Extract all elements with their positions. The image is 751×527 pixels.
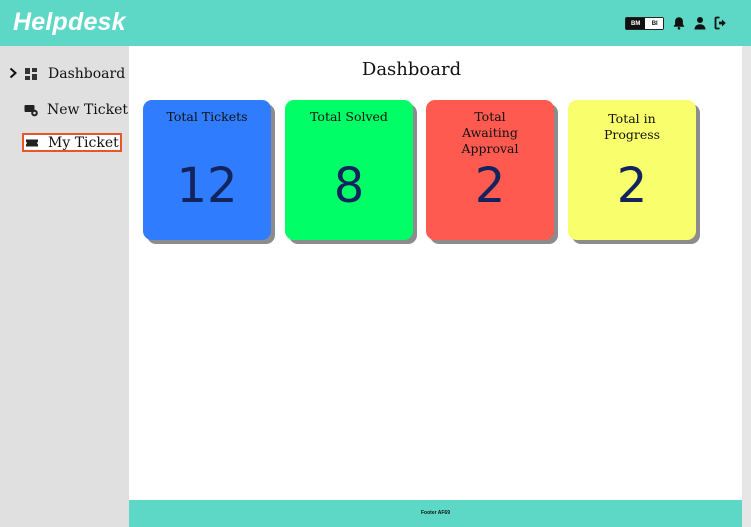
stat-card-total-tickets[interactable]: Total Tickets 12 xyxy=(143,100,271,240)
stat-card-value: 8 xyxy=(333,158,365,214)
new-ticket-icon xyxy=(24,103,38,117)
stat-card-label: Total in Progress xyxy=(603,111,661,142)
sidebar-item-label: New Ticket xyxy=(47,101,129,118)
stat-card-total-solved[interactable]: Total Solved 8 xyxy=(285,100,413,240)
footer-text: Footer AF69 xyxy=(421,510,450,516)
app-header: Helpdesk BM BI xyxy=(0,0,751,46)
bell-icon[interactable] xyxy=(672,16,686,30)
page-title: Dashboard xyxy=(361,59,462,80)
language-option-bi[interactable]: BI xyxy=(646,18,663,29)
scrollbar[interactable] xyxy=(742,46,751,527)
language-option-bm[interactable]: BM xyxy=(626,18,646,29)
footer: Footer AF69 xyxy=(129,500,742,527)
stat-card-value: 12 xyxy=(176,158,238,214)
sidebar-item-new-ticket[interactable]: New Ticket xyxy=(24,100,128,119)
stat-card-value: 2 xyxy=(616,158,648,214)
ticket-icon xyxy=(25,136,39,150)
stat-card-label: Total Tickets xyxy=(166,109,248,124)
stat-card-value: 2 xyxy=(474,158,506,214)
stat-card-label: Total Solved xyxy=(310,109,388,124)
sidebar-item-dashboard[interactable]: Dashboard xyxy=(24,64,125,83)
stat-card-total-in-progress[interactable]: Total in Progress 2 xyxy=(568,100,696,240)
dashboard-icon xyxy=(24,67,38,81)
user-icon[interactable] xyxy=(693,16,707,30)
sidebar-item-label: Dashboard xyxy=(48,65,126,82)
language-toggle[interactable]: BM BI xyxy=(625,17,664,30)
logout-icon[interactable] xyxy=(714,16,728,30)
app-brand[interactable]: Helpdesk xyxy=(13,8,126,37)
sidebar-item-my-ticket[interactable]: My Ticket xyxy=(22,133,122,152)
sidebar-item-label: My Ticket xyxy=(48,134,119,151)
chevron-right-icon[interactable] xyxy=(8,67,18,79)
stat-card-total-awaiting-approval[interactable]: Total Awaiting Approval 2 xyxy=(426,100,554,240)
stat-card-label: Total Awaiting Approval xyxy=(461,109,519,156)
